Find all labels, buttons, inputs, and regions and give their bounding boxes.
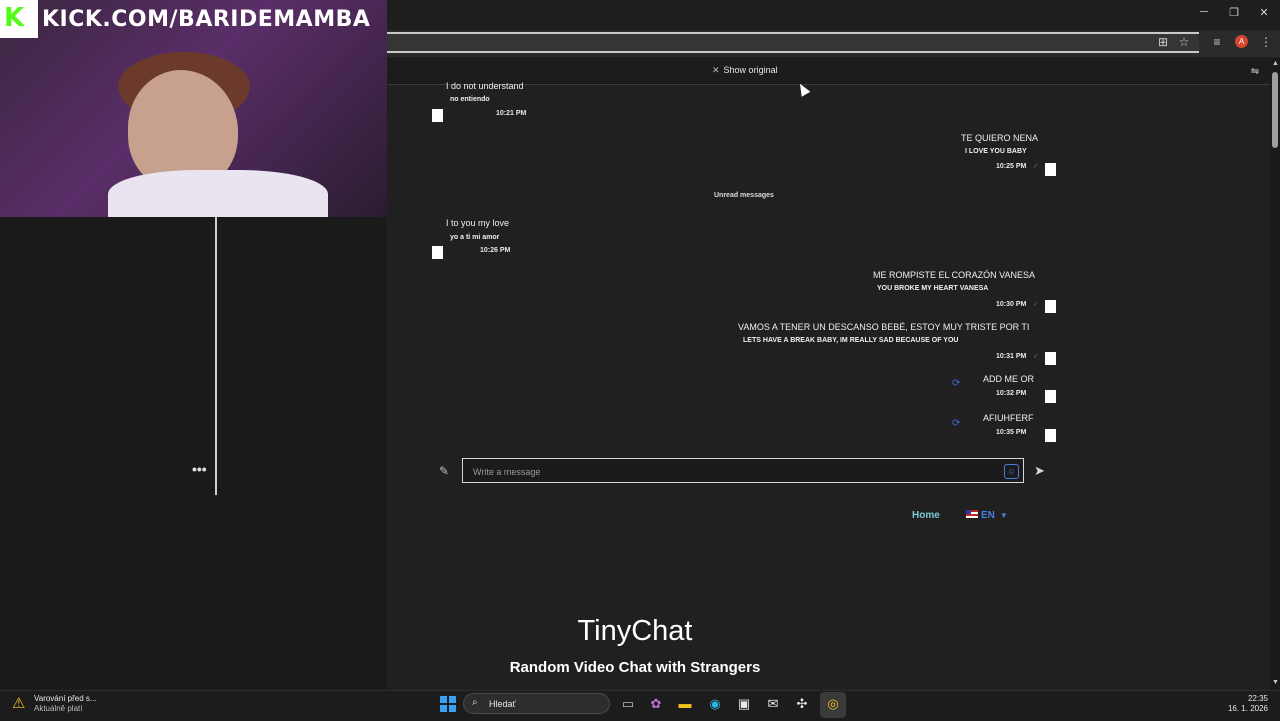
read-check-icon: ✓: [1033, 353, 1039, 360]
weather-title[interactable]: Varování před s...: [34, 694, 97, 703]
message-input[interactable]: [463, 459, 995, 484]
clock-date[interactable]: 16. 1. 2026: [1226, 704, 1268, 713]
user-avatar: [1045, 163, 1056, 176]
language-selector[interactable]: EN ▼: [966, 510, 1008, 521]
file-explorer-icon[interactable]: ▬: [677, 696, 693, 712]
app-icon[interactable]: ✣: [794, 696, 810, 712]
us-flag-icon: [966, 510, 978, 518]
chevron-down-icon: ▼: [999, 511, 1008, 520]
close-button[interactable]: ✕: [1256, 6, 1272, 19]
user-avatar: [1045, 429, 1056, 442]
message-translation: yo a ti mi amor: [450, 234, 500, 241]
translate-off-icon: ✕: [712, 65, 720, 75]
weather-warning-icon[interactable]: ⚠: [12, 694, 30, 712]
message-input-wrapper: [462, 458, 1024, 484]
message-time: 10:35 PM: [996, 429, 1027, 436]
user-avatar: [432, 246, 443, 259]
webcam-feed: [0, 0, 387, 217]
sync-icon[interactable]: ⟳: [952, 418, 960, 429]
chat-page: [387, 85, 1270, 685]
translate-settings-icon[interactable]: ⇋: [1248, 65, 1262, 79]
message-time: 10:26 PM: [480, 247, 511, 254]
chrome-icon[interactable]: ◎: [825, 696, 841, 712]
message-text: I to you my love: [446, 218, 510, 228]
message-time: 10:32 PM: [996, 390, 1027, 397]
task-view-icon[interactable]: ▭: [620, 696, 636, 712]
scroll-down-icon[interactable]: ▼: [1272, 679, 1279, 686]
scrollbar-thumb[interactable]: [1272, 72, 1278, 148]
message-text: I do not understand: [446, 81, 524, 91]
restore-button[interactable]: ❐: [1226, 6, 1242, 19]
read-check-icon: ✓: [1033, 163, 1039, 170]
translate-icon[interactable]: ⊞: [1156, 35, 1170, 49]
copilot-icon[interactable]: ✿: [648, 696, 664, 712]
user-avatar: [1045, 390, 1056, 403]
show-original-button[interactable]: ✕ Show original: [712, 65, 778, 76]
streamer-shirt: [108, 170, 328, 217]
browser-titlebar: [387, 0, 1280, 30]
address-bar[interactable]: [387, 32, 1199, 53]
media-control-icon[interactable]: ≡: [1210, 35, 1224, 49]
more-options-icon[interactable]: •••: [192, 461, 207, 477]
nav-home-link[interactable]: Home: [912, 510, 940, 521]
show-original-label: Show original: [723, 65, 778, 75]
message-text: ADD ME OR: [983, 374, 1035, 384]
message-translation: no entiendo: [450, 96, 490, 103]
scroll-up-icon[interactable]: ▲: [1272, 60, 1279, 67]
mail-icon[interactable]: ✉: [765, 696, 781, 712]
taskbar: [0, 690, 1280, 721]
message-text: VAMOS A TENER UN DESCANSO BEBÉ, ESTOY MU…: [738, 322, 1030, 332]
left-dark-panel: [0, 217, 387, 690]
message-time: 10:25 PM: [996, 163, 1027, 170]
menu-kebab-icon[interactable]: ⋮: [1259, 35, 1273, 49]
message-time: 10:21 PM: [496, 110, 527, 117]
vertical-divider: [215, 217, 217, 495]
minimize-button[interactable]: ─: [1196, 6, 1212, 18]
sync-icon[interactable]: ⟳: [952, 378, 960, 389]
message-time: 10:30 PM: [996, 301, 1027, 308]
message-translation: LETS HAVE A BREAK BABY, IM REALLY SAD BE…: [743, 337, 959, 344]
read-check-icon: ✓: [1033, 301, 1039, 308]
clock-time[interactable]: 22:35: [1236, 694, 1268, 703]
page-scrollbar[interactable]: [1270, 58, 1280, 690]
star-icon[interactable]: ☆: [1177, 35, 1191, 49]
user-avatar: [1045, 300, 1056, 313]
message-text: AFIUHFERF: [983, 413, 1034, 423]
message-translation: I LOVE YOU BABY: [965, 148, 1027, 155]
taskbar-search-label: Hledať: [489, 699, 516, 709]
message-text: TE QUIERO NENA: [961, 133, 1039, 143]
unread-divider: Unread messages: [714, 192, 774, 199]
emoji-icon[interactable]: ☺: [1004, 464, 1019, 479]
message-text: ME ROMPISTE EL CORAZÓN VANESA: [873, 270, 1036, 280]
kick-logo-letter: K: [4, 3, 25, 33]
store-icon[interactable]: ▣: [736, 696, 752, 712]
search-icon: ⌕: [472, 697, 478, 708]
profile-avatar[interactable]: A: [1235, 35, 1248, 48]
user-avatar: [432, 109, 443, 122]
send-icon[interactable]: ➤: [1034, 463, 1045, 479]
stream-url-overlay: KICK.COM/BARIDEMAMBA: [42, 7, 371, 32]
weather-subtitle: Aktuálně platí: [34, 704, 83, 713]
message-translation: YOU BROKE MY HEART VANESA: [877, 285, 989, 292]
user-avatar: [1045, 352, 1056, 365]
windows-start-icon[interactable]: [440, 696, 456, 712]
message-time: 10:31 PM: [996, 353, 1027, 360]
paperclip-icon[interactable]: ✎: [439, 464, 449, 478]
taskbar-search[interactable]: [463, 693, 610, 714]
language-label: EN: [981, 510, 995, 521]
edge-icon[interactable]: ◉: [707, 696, 723, 712]
